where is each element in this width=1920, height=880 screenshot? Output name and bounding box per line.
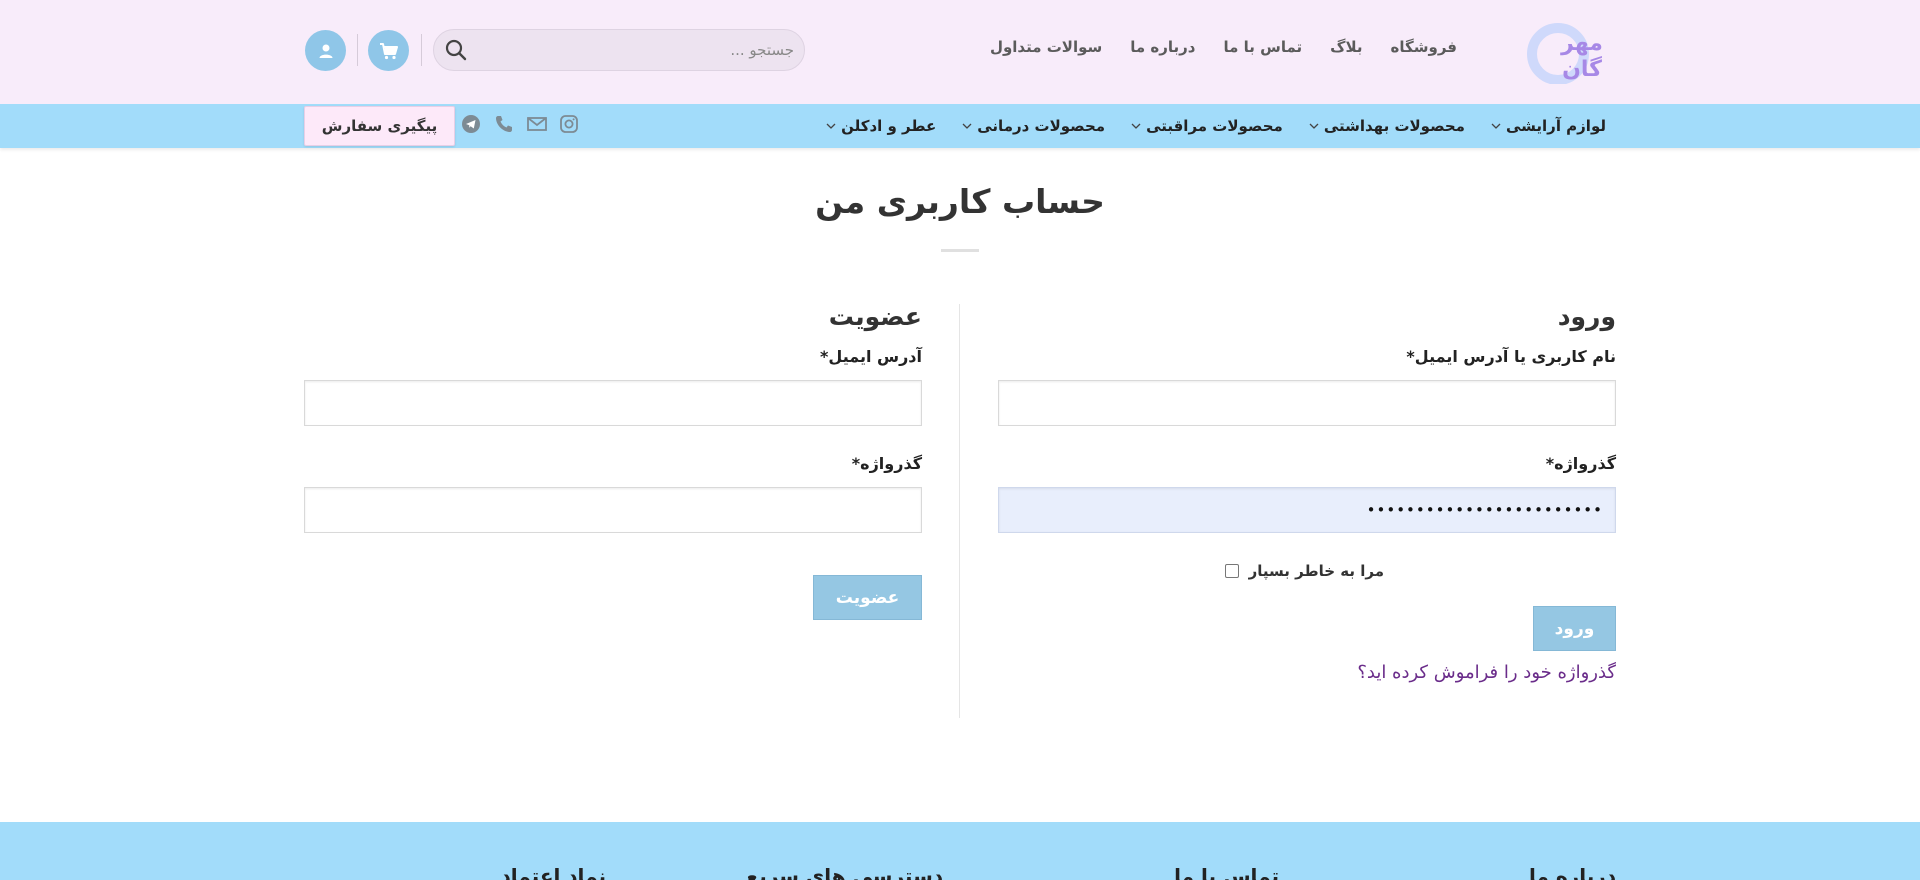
telegram-link[interactable] [460,113,482,135]
header-divider [421,34,422,66]
login-heading: ورود [1557,302,1616,331]
register-button[interactable]: عضویت [813,575,922,620]
remember-me[interactable]: مرا به خاطر بسپار [1224,562,1384,580]
site-logo[interactable]: مهر گان [1520,18,1610,85]
chevron-down-icon [1491,123,1501,129]
login-password-field[interactable] [998,487,1616,533]
nav-faq[interactable]: سوالات متداول [990,38,1102,56]
page-title: حساب کاربری من [815,182,1105,221]
register-email-field[interactable] [304,380,922,426]
category-hygiene[interactable]: محصولات بهداشتی [1309,117,1465,135]
footer [0,822,1920,880]
category-perfume[interactable]: عطر و ادکلن [826,117,936,135]
svg-text:مهر: مهر [1560,31,1603,56]
main-nav: فروشگاه بلاگ تماس با ما درباره ما سوالات… [990,38,1457,56]
footer-heading-trust: نماد اعتماد [500,864,606,880]
category-label: محصولات بهداشتی [1323,117,1465,135]
user-icon [319,44,332,58]
category-nav: لوازم آرایشی محصولات بهداشتی محصولات مرا… [826,104,1606,148]
cart-button[interactable] [368,30,409,71]
footer-heading-contact: تماس با ما [1174,864,1279,880]
instagram-link[interactable] [558,113,580,135]
category-care[interactable]: محصولات مراقبتی [1131,117,1283,135]
nav-about[interactable]: درباره ما [1130,38,1195,56]
phone-link[interactable] [493,113,515,135]
mail-link[interactable] [526,113,548,135]
lost-password-link[interactable]: گذرواژه خود را فراموش کرده اید؟ [1357,662,1616,683]
register-email-label: آدرس ایمیل* [820,347,922,366]
category-label: عطر و ادکلن [841,117,937,135]
register-password-field[interactable] [304,487,922,533]
nav-blog[interactable]: بلاگ [1330,38,1362,56]
chevron-down-icon [962,123,972,129]
nav-contact[interactable]: تماس با ما [1224,38,1303,56]
account-button[interactable] [305,30,346,71]
svg-text:گان: گان [1562,55,1602,82]
category-medical[interactable]: محصولات درمانی [962,117,1105,135]
mail-icon [527,117,547,131]
phone-icon [496,116,512,132]
register-password-label: گذرواژه* [851,454,922,473]
register-heading: عضویت [828,302,922,331]
search-button[interactable] [442,36,470,64]
search-icon [445,39,467,61]
category-label: محصولات مراقبتی [1146,117,1283,135]
track-order-button[interactable]: پیگیری سفارش [304,106,455,146]
top-header: مهر گان فروشگاه بلاگ تماس با ما درباره م… [0,0,1920,104]
logo-mark-icon: مهر گان [1527,23,1603,85]
instagram-icon [560,115,578,133]
category-cosmetics[interactable]: لوازم آرایشی [1491,117,1606,135]
footer-heading-quick-links: دسترسی های سریع [745,864,943,880]
remember-me-checkbox[interactable] [1224,564,1239,578]
login-password-label: گذرواژه* [1545,454,1616,473]
cart-icon [379,42,398,59]
telegram-icon [462,115,480,133]
username-label: نام کاربری یا آدرس ایمیل* [1406,347,1616,366]
nav-shop[interactable]: فروشگاه [1391,38,1457,56]
search-input[interactable] [478,30,794,70]
title-divider [941,249,979,252]
chevron-down-icon [826,123,836,129]
search-box [433,29,805,71]
category-label: لوازم آرایشی [1505,117,1606,135]
footer-heading-about: درباره ما [1529,864,1616,880]
username-field[interactable] [998,380,1616,426]
header-divider [357,34,358,66]
category-bar: لوازم آرایشی محصولات بهداشتی محصولات مرا… [0,104,1920,148]
column-divider [959,304,960,718]
chevron-down-icon [1131,123,1141,129]
chevron-down-icon [1309,123,1319,129]
remember-me-label: مرا به خاطر بسپار [1248,562,1384,580]
category-label: محصولات درمانی [977,117,1106,135]
login-button[interactable]: ورود [1533,606,1616,651]
